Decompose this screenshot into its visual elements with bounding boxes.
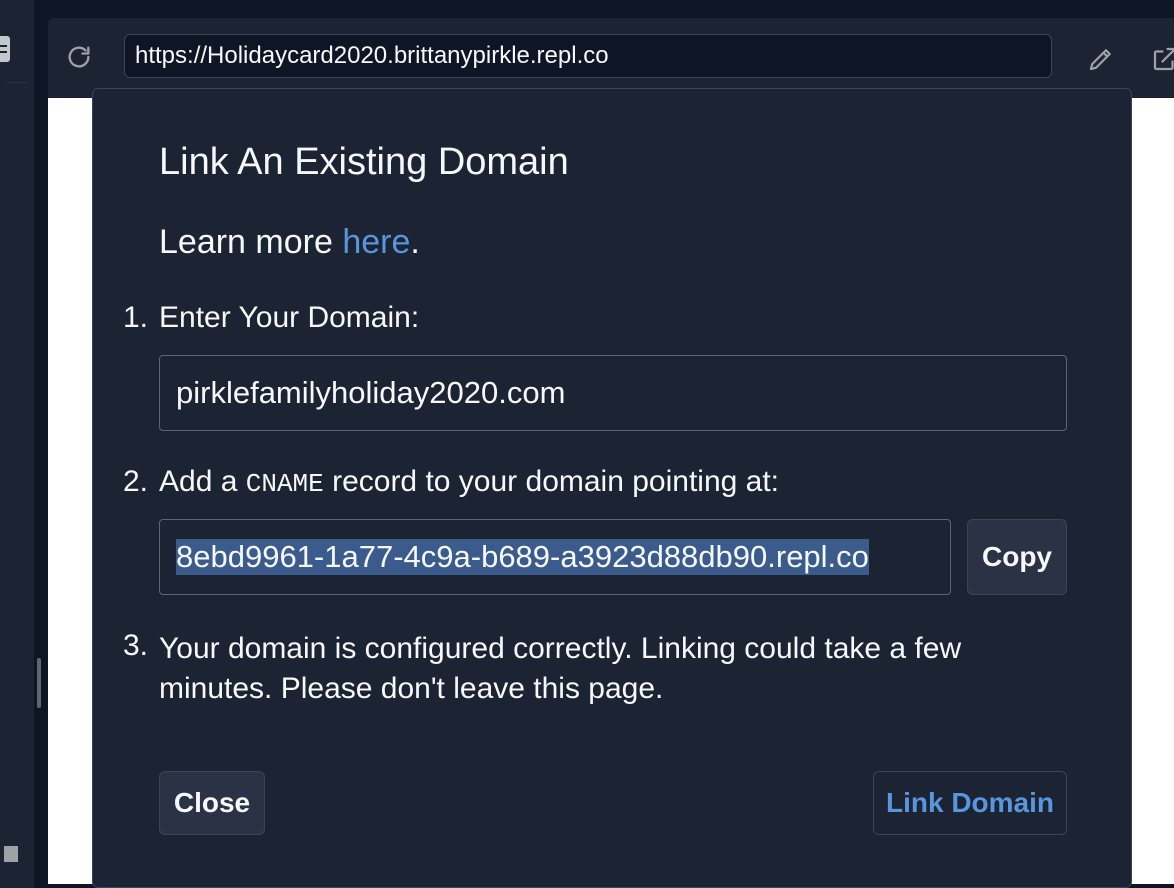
step-3-number: 3. [123,629,149,662]
step-1-label: Enter Your Domain: [159,301,420,334]
pencil-icon [1089,49,1111,71]
panel-toggle-icon[interactable] [4,846,18,862]
learn-more-prefix: Learn more [159,223,343,261]
link-domain-modal: Link An Existing Domain Learn more here.… [92,88,1132,888]
close-button[interactable]: Close [159,771,265,835]
rail-divider [6,82,28,888]
modal-title: Link An Existing Domain [159,141,569,183]
cname-target-value: 8ebd9961-1a77-4c9a-b689-a3923d88db90.rep… [176,539,869,575]
resize-handle[interactable] [37,658,41,708]
copy-button[interactable]: Copy [967,519,1067,595]
reload-icon [68,46,90,68]
step-1-number: 1. [123,301,149,334]
left-rail [0,0,34,888]
reload-button[interactable] [64,42,94,72]
external-link-icon [1153,47,1174,71]
step-2-number: 2. [123,465,149,498]
learn-more-suffix: . [410,223,420,261]
learn-more-text: Learn more here. [159,223,420,262]
cname-target-field[interactable]: 8ebd9961-1a77-4c9a-b689-a3923d88db90.rep… [159,519,951,595]
step-2-label-prefix: Add a [159,465,246,498]
step-2-label: Add a CNAME record to your domain pointi… [159,465,779,499]
step-2-label-suffix: record to your domain pointing at: [323,465,780,498]
open-in-new-tab-button[interactable] [1150,44,1174,74]
step-3-status-text: Your domain is configured correctly. Lin… [159,632,962,705]
workspace: https://Holidaycard2020.brittanypirkle.r… [0,0,1174,888]
learn-more-link[interactable]: here [342,223,410,261]
domain-input[interactable]: pirklefamilyholiday2020.com [159,355,1067,431]
edit-url-button[interactable] [1086,44,1116,74]
url-bar[interactable]: https://Holidaycard2020.brittanypirkle.r… [124,34,1052,78]
link-domain-button[interactable]: Link Domain [873,771,1067,835]
cname-code: CNAME [245,469,324,499]
menu-icon[interactable] [0,36,10,62]
